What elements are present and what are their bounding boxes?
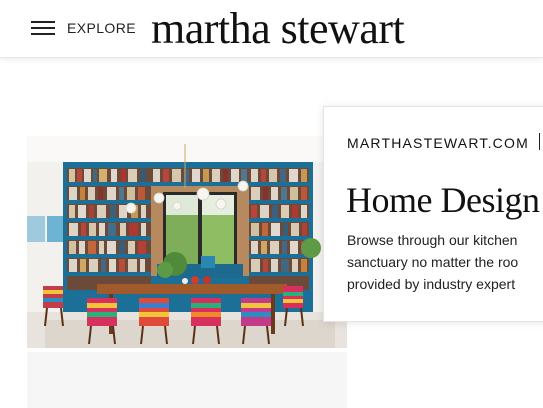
card-description-line: Browse through our kitchen	[347, 232, 518, 248]
card-source-divider	[539, 133, 540, 150]
next-article-placeholder	[27, 352, 347, 408]
site-header: EXPLORE martha stewart	[0, 0, 543, 58]
article-card[interactable]: MARTHASTEWART.COM Home Design Browse thr…	[323, 106, 543, 322]
card-description-line: sanctuary no matter the roo	[347, 254, 519, 270]
hamburger-menu-icon[interactable]	[31, 20, 55, 37]
card-description: Browse through our kitchen sanctuary no …	[347, 229, 543, 295]
card-description-line: provided by industry expert	[347, 276, 516, 292]
explore-link[interactable]: EXPLORE	[67, 20, 136, 36]
site-logo[interactable]: martha stewart	[151, 3, 405, 54]
card-source-label[interactable]: MARTHASTEWART.COM	[347, 135, 529, 151]
hero-image-dining-room[interactable]	[27, 136, 347, 348]
card-title[interactable]: Home Design	[346, 179, 540, 221]
